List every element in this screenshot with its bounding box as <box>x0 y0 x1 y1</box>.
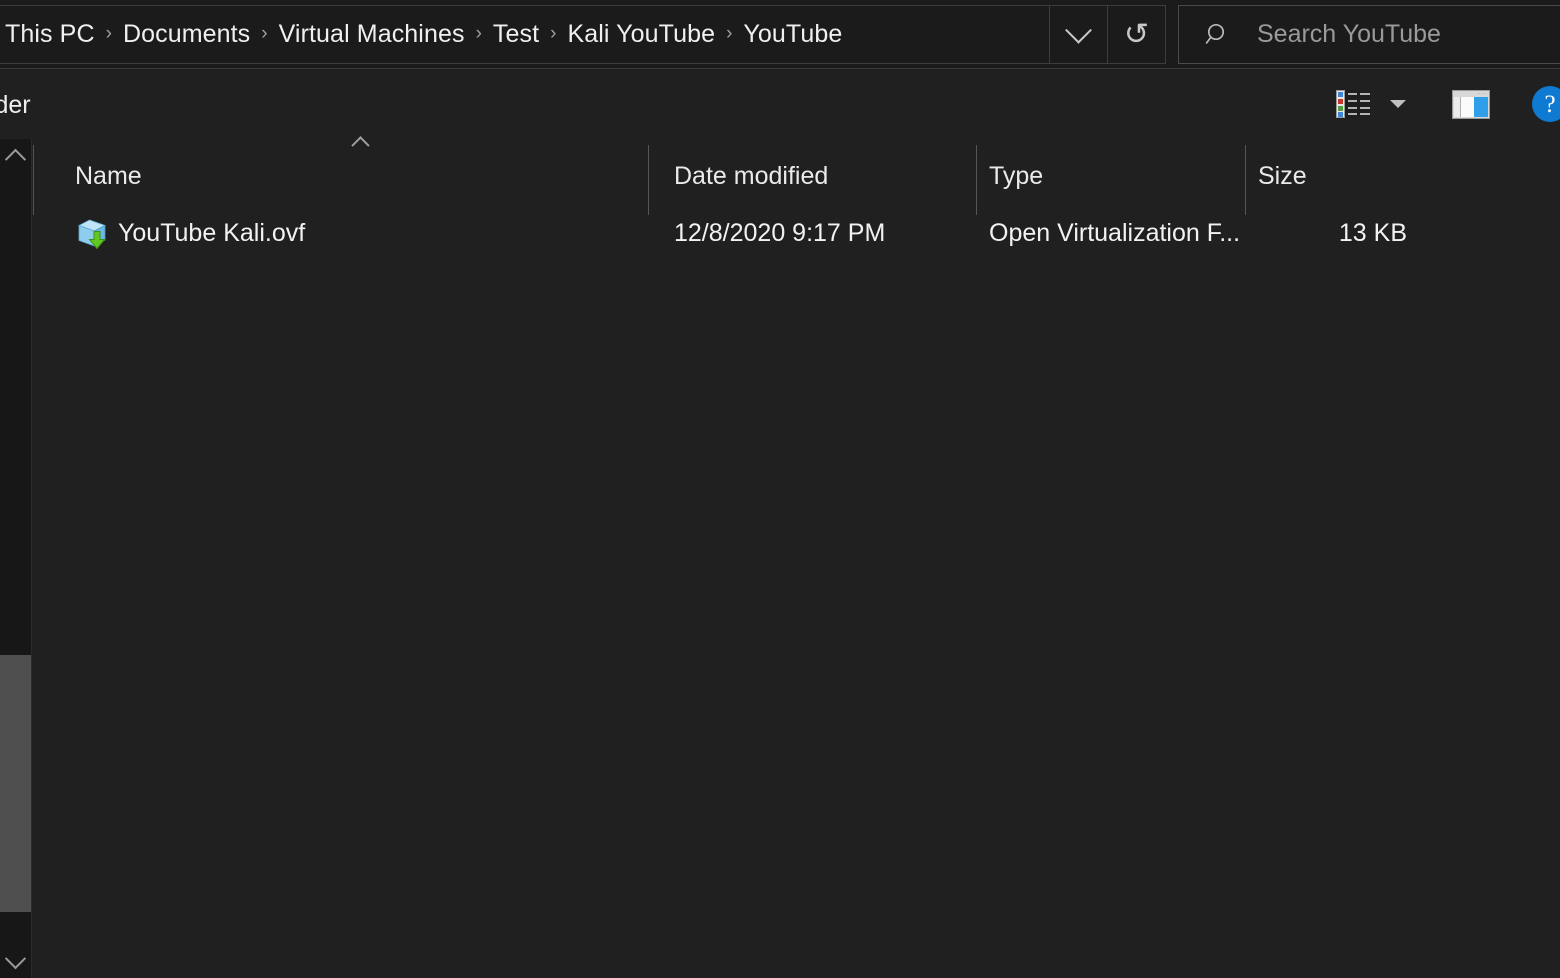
breadcrumb-item-test[interactable]: Test <box>491 18 541 51</box>
column-header-label: Name <box>75 161 142 190</box>
chevron-up-icon <box>4 148 27 170</box>
breadcrumb-item-this-pc[interactable]: This PC <box>3 18 97 51</box>
address-bar[interactable]: This PC › Documents › Virtual Machines ›… <box>0 5 1166 64</box>
column-header-label: Size <box>1258 161 1307 190</box>
file-date-modified: 12/8/2020 9:17 PM <box>674 219 886 247</box>
column-header-label: Type <box>989 161 1044 190</box>
search-box[interactable] <box>1178 5 1560 64</box>
file-type-cell: Open Virtualization F... <box>976 219 1245 248</box>
column-header-spacer <box>1426 148 1560 204</box>
new-folder-button-label[interactable]: older <box>0 91 31 120</box>
preview-pane-icon[interactable]: ··· <box>1452 89 1490 119</box>
chevron-down-icon[interactable] <box>1390 100 1406 108</box>
column-header-type[interactable]: Type <box>976 145 1245 215</box>
breadcrumb-item-virtual-machines[interactable]: Virtual Machines <box>277 18 467 51</box>
scroll-down-button[interactable] <box>0 944 31 978</box>
breadcrumb-separator-icon: › <box>475 23 482 44</box>
breadcrumb-separator-icon: › <box>261 23 268 44</box>
file-explorer-window: This PC › Documents › Virtual Machines ›… <box>0 0 1560 978</box>
breadcrumb-separator-icon: › <box>550 23 557 44</box>
column-header-name[interactable]: Name <box>33 148 648 204</box>
toolbar-right-group: ··· ? <box>1336 69 1560 139</box>
table-row[interactable]: YouTube Kali.ovf 12/8/2020 9:17 PM Open … <box>33 204 1560 263</box>
file-date-modified-cell: 12/8/2020 9:17 PM <box>648 219 976 248</box>
refresh-icon: ↻ <box>1123 17 1150 51</box>
sort-ascending-indicator <box>349 135 371 155</box>
breadcrumb-item-kali-youtube[interactable]: Kali YouTube <box>565 18 717 51</box>
chevron-down-icon <box>1065 16 1092 44</box>
file-size: 13 KB <box>1338 219 1407 247</box>
file-list: Name Date modified Type Size YouTube Kal… <box>33 135 1560 978</box>
breadcrumb-separator-icon: › <box>726 23 733 44</box>
vertical-scrollbar[interactable] <box>0 139 32 978</box>
toolbar-row: older ··· <box>0 69 1560 139</box>
breadcrumb-item-documents[interactable]: Documents <box>121 18 252 51</box>
breadcrumb-separator-icon: › <box>105 23 112 44</box>
file-size-cell: 13 KB <box>1245 219 1426 248</box>
column-header-row: Name Date modified Type Size <box>33 145 1560 215</box>
breadcrumb[interactable]: This PC › Documents › Virtual Machines ›… <box>0 18 1049 51</box>
scrollbar-thumb[interactable] <box>0 655 31 912</box>
ovf-appliance-icon <box>75 217 109 251</box>
file-name: YouTube Kali.ovf <box>118 219 306 247</box>
address-history-button[interactable] <box>1049 6 1107 63</box>
column-header-size[interactable]: Size <box>1245 145 1426 215</box>
breadcrumb-item-youtube[interactable]: YouTube <box>741 18 844 51</box>
file-type: Open Virtualization F... <box>989 219 1241 247</box>
search-icon <box>1179 21 1257 49</box>
refresh-button[interactable]: ↻ <box>1107 6 1165 63</box>
scroll-up-button[interactable] <box>0 139 31 173</box>
address-bar-row: This PC › Documents › Virtual Machines ›… <box>0 0 1560 69</box>
details-view-icon[interactable] <box>1336 90 1370 118</box>
help-icon[interactable]: ? <box>1532 86 1560 122</box>
file-name-cell[interactable]: YouTube Kali.ovf <box>33 217 648 251</box>
column-header-date-modified[interactable]: Date modified <box>648 145 976 215</box>
column-header-label: Date modified <box>674 161 829 190</box>
chevron-down-icon <box>4 947 27 969</box>
search-input[interactable] <box>1257 20 1547 49</box>
